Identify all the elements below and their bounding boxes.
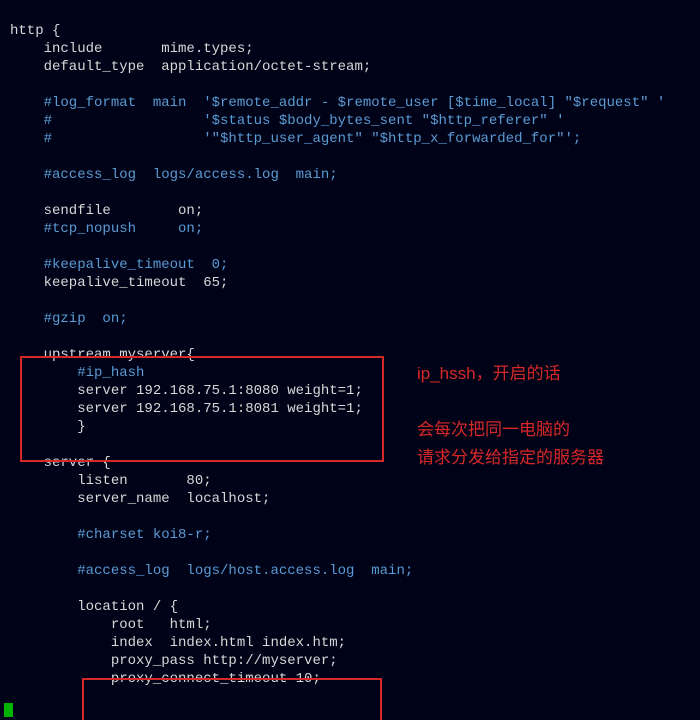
code-line: server { [10, 455, 111, 471]
code-line-comment: #ip_hash [10, 365, 144, 381]
code-line: server 192.168.75.1:8081 weight=1; [10, 401, 363, 417]
code-line-comment: #access_log logs/host.access.log main; [10, 563, 413, 579]
code-line: sendfile on; [10, 203, 203, 219]
code-line: proxy_connect_timeout 10; [10, 671, 321, 687]
code-line: keepalive_timeout 65; [10, 275, 228, 291]
code-line: http { [10, 23, 60, 39]
terminal-cursor [4, 703, 13, 717]
code-line-comment: #gzip on; [10, 311, 128, 327]
code-line-comment: #log_format main '$remote_addr - $remote… [10, 95, 665, 111]
annotation-line: ip_hssh，开启的话 [417, 364, 561, 383]
code-line: listen 80; [10, 473, 212, 489]
code-line: default_type application/octet-stream; [10, 59, 371, 75]
code-line: server 192.168.75.1:8080 weight=1; [10, 383, 363, 399]
annotation-text: ip_hssh，开启的话 会每次把同一电脑的 请求分发给指定的服务器 [417, 360, 604, 472]
code-line-comment: #charset koi8-r; [10, 527, 212, 543]
annotation-line: 请求分发给指定的服务器 [417, 448, 604, 467]
annotation-line: 会每次把同一电脑的 [417, 420, 570, 439]
code-line-comment: #tcp_nopush on; [10, 221, 203, 237]
code-line: index index.html index.htm; [10, 635, 346, 651]
code-line: include mime.types; [10, 41, 254, 57]
code-line: proxy_pass http://myserver; [10, 653, 338, 669]
code-line: } [10, 419, 86, 435]
code-line: root html; [10, 617, 212, 633]
code-line-comment: #keepalive_timeout 0; [10, 257, 228, 273]
code-line-comment: # '$status $body_bytes_sent "$http_refer… [10, 113, 565, 129]
code-line-comment: # '"$http_user_agent" "$http_x_forwarded… [10, 131, 581, 147]
code-line: server_name localhost; [10, 491, 270, 507]
code-line: location / { [10, 599, 178, 615]
code-line-comment: #access_log logs/access.log main; [10, 167, 338, 183]
nginx-config-code: http { include mime.types; default_type … [0, 0, 700, 692]
code-line: upstream myserver{ [10, 347, 195, 363]
